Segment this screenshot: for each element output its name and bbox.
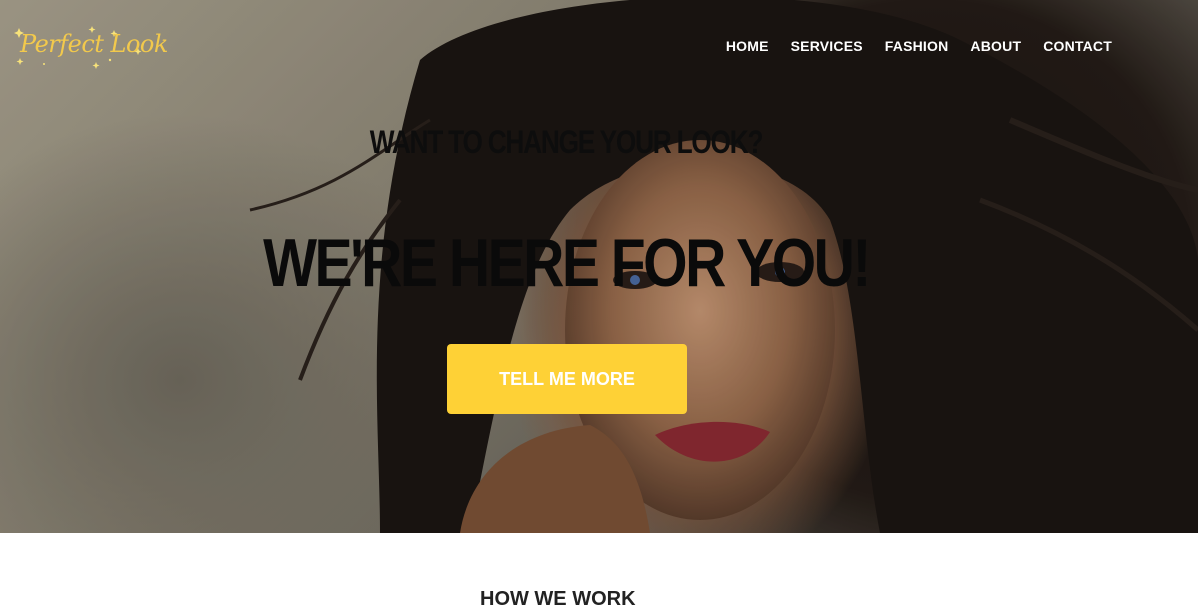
main-nav: HOME SERVICES FASHION ABOUT CONTACT (726, 38, 1112, 54)
tell-me-more-button[interactable]: TELL ME MORE (447, 344, 687, 414)
nav-link-services[interactable]: SERVICES (791, 38, 863, 54)
brand-logo[interactable]: Perfect Look (14, 24, 168, 70)
how-we-work-section: HOW WE WORK (0, 533, 1198, 610)
nav-link-about[interactable]: ABOUT (970, 38, 1021, 54)
hero-subheading: WANT TO CHANGE YOUR LOOK? (369, 124, 764, 160)
nav-link-home[interactable]: HOME (726, 38, 769, 54)
nav-link-contact[interactable]: CONTACT (1043, 38, 1112, 54)
logo-text: Perfect Look (20, 30, 168, 58)
hero-heading: WE'RE HERE FOR YOU! (263, 225, 871, 301)
hero-section: Perfect Look HOME SERVICES FASHION ABOUT… (0, 0, 1198, 533)
nav-link-fashion[interactable]: FASHION (885, 38, 949, 54)
section-heading: HOW WE WORK (480, 588, 636, 610)
